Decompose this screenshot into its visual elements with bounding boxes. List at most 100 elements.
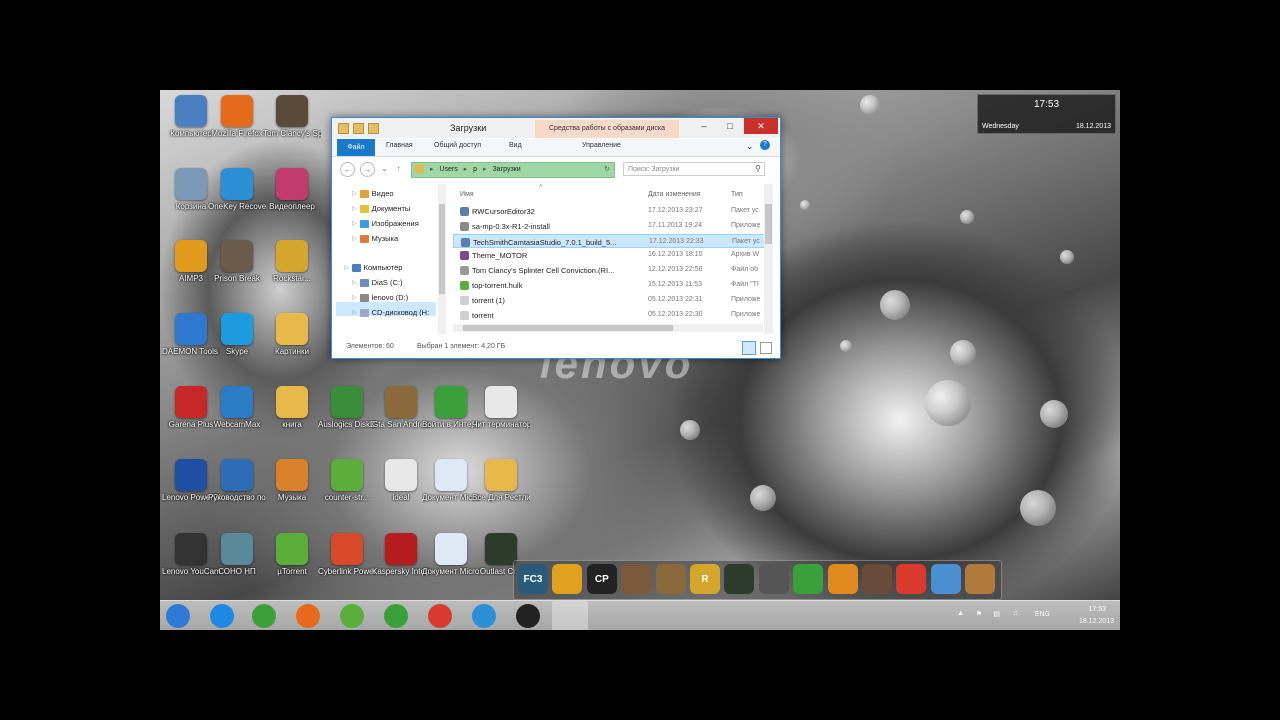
details-view-icon[interactable] (742, 341, 756, 355)
address-bar[interactable]: ▸ Users ▸ p ▸ Загрузки ↻ (411, 162, 615, 178)
tab-share[interactable]: Общий доступ (434, 142, 481, 149)
subway-surfers-icon[interactable] (552, 564, 583, 594)
file-row[interactable]: sa-mp-0.3x-R1-2-install 17.11.2013 19:24 П… (453, 219, 771, 233)
desktop-icon[interactable]: Cyberlink Power2Go (318, 533, 376, 577)
desktop-icon[interactable]: СОНО НП (208, 533, 266, 577)
properties-icon[interactable] (353, 123, 364, 134)
expand-arrow-icon[interactable]: ▷ (352, 235, 357, 242)
breadcrumb-p[interactable]: p (473, 166, 477, 173)
horizontal-scrollbar[interactable] (453, 324, 763, 332)
desktop-icon[interactable]: Картинки (263, 313, 321, 357)
expand-arrow-icon[interactable]: ▷ (352, 205, 357, 212)
file-row[interactable]: Theme_MOTOR 16.12.2013 18:10 Архив W (453, 248, 771, 262)
folder-icon[interactable] (338, 123, 349, 134)
desktop-icon[interactable]: OneKey Recovery (208, 168, 266, 212)
tab-view[interactable]: Вид (509, 142, 522, 149)
maximize-button[interactable]: □ (718, 118, 742, 134)
up-button[interactable]: ↑ (392, 162, 405, 175)
desktop-icon[interactable]: Видеоплеер (263, 168, 321, 212)
file-row[interactable]: torrent (1) 05.12.2013 22:31 Приложе (453, 293, 771, 307)
help-icon[interactable]: ? (760, 140, 770, 150)
nav-item[interactable]: ▷ Документы (352, 204, 410, 213)
cp-icon[interactable]: CP (586, 564, 617, 594)
expand-arrow-icon[interactable]: ▷ (344, 264, 349, 271)
tray-time[interactable]: 17:53 (1088, 606, 1106, 613)
desktop-icon[interactable]: counter-str... (318, 459, 376, 503)
game-face-icon[interactable] (862, 564, 892, 594)
action-center-icon[interactable]: ⚑ (976, 610, 982, 618)
gta-icon[interactable] (655, 564, 686, 594)
farcry3-icon[interactable]: FC3 (518, 564, 548, 594)
network-icon[interactable]: ▤ (993, 610, 1000, 618)
column-date[interactable]: Дата изменения (648, 191, 701, 198)
new-folder-icon[interactable] (368, 123, 379, 134)
close-button[interactable]: ✕ (744, 118, 778, 134)
tv-icon[interactable] (827, 564, 858, 594)
internet-icon[interactable] (384, 604, 408, 628)
nav-item[interactable]: ▷ Компьютер (344, 263, 402, 272)
file-row[interactable]: Tom Clancy's Splinter Cell Conviction.(R… (453, 263, 771, 277)
desktop-icon[interactable]: Руководство пользоват... (208, 459, 266, 503)
language-indicator[interactable]: ENG (1035, 611, 1050, 618)
desktop-icon[interactable]: Чит терминатор (472, 386, 530, 430)
internet-explorer-icon[interactable] (210, 604, 234, 628)
desktop-icon[interactable]: книга (263, 386, 321, 430)
file-row[interactable]: torrent 05.12.2013 22:30 Приложе (453, 308, 771, 322)
nav-item[interactable]: ▷ CD-дисковод (H: (352, 308, 429, 317)
desktop-icon[interactable]: Музыка (263, 459, 321, 503)
tab-home[interactable]: Главная (386, 142, 413, 149)
breadcrumb-downloads[interactable]: Загрузки (492, 166, 520, 173)
expand-arrow-icon[interactable]: ▷ (352, 294, 357, 301)
tab-manage[interactable]: Управление (582, 142, 621, 149)
ribbon-expand-icon[interactable]: ⌄ (746, 141, 754, 152)
desktop-icon[interactable]: Все Для Рестлинга (472, 459, 530, 503)
column-type[interactable]: Тип (731, 191, 743, 198)
desktop-icon[interactable]: Auslogics DiskDefrag (318, 386, 376, 430)
minimize-button[interactable]: – (692, 118, 716, 134)
explorer-icon[interactable] (552, 601, 588, 630)
explorer-window[interactable]: Загрузки Средства работы с образами диск… (331, 117, 781, 359)
splinter-cell-icon[interactable] (724, 564, 755, 594)
back-button[interactable]: ← (340, 162, 355, 177)
nav-item[interactable]: ▷ Музыка (352, 234, 398, 243)
firefox-icon[interactable] (296, 604, 320, 628)
nav-item[interactable]: ▷ Изображения (352, 219, 419, 228)
desktop-icon[interactable]: Tom Clancy's Splinter Cel... (263, 95, 321, 139)
app-icon[interactable] (516, 604, 540, 628)
expand-arrow-icon[interactable]: ▷ (352, 279, 357, 286)
start-icon[interactable] (166, 604, 190, 628)
chrome-icon[interactable] (896, 564, 927, 594)
desktop-icon[interactable]: Skype (208, 313, 266, 357)
file-row[interactable]: RWCursorEditor32 17.12.2013 23:27 Пакет ус (453, 204, 771, 218)
expand-arrow-icon[interactable]: ▷ (352, 190, 357, 197)
utorrent-icon[interactable] (340, 604, 364, 628)
desktop-icon[interactable]: Mozilla Firefox (208, 95, 266, 139)
forward-button[interactable]: → (360, 162, 375, 177)
desktop-icon[interactable]: WebcamMax (208, 386, 266, 430)
search-icon[interactable]: ⚲ (755, 164, 761, 173)
title-bar[interactable]: Загрузки Средства работы с образами диск… (332, 118, 780, 138)
desktop-icon[interactable]: µTorrent (263, 533, 321, 577)
app-icon[interactable] (930, 564, 961, 594)
expand-arrow-icon[interactable]: ▷ (352, 309, 357, 316)
nav-item[interactable]: ▷ DiaS (C:) (352, 278, 402, 287)
game-face-icon[interactable] (621, 564, 652, 594)
clock-gadget[interactable]: 17:53 Wednesday 18.12.2013 (977, 94, 1116, 134)
assassin-icon[interactable] (758, 564, 789, 594)
nav-item[interactable]: ▷ lenovo (D:) (352, 293, 408, 302)
refresh-icon[interactable]: ↻ (604, 163, 610, 177)
file-list-scrollbar[interactable] (764, 184, 773, 334)
breadcrumb-users[interactable]: Users (439, 166, 457, 173)
tray-date[interactable]: 18.12.2013 (1079, 618, 1114, 625)
rockstar-icon[interactable]: R (690, 564, 720, 594)
desktop-icon[interactable]: Rockstar... (263, 240, 321, 284)
column-name[interactable]: Имя (460, 191, 474, 198)
tiles-view-icon[interactable] (760, 342, 772, 354)
recent-dropdown-icon[interactable]: ⌄ (378, 162, 391, 175)
volume-icon[interactable]: ♫ (1013, 610, 1018, 617)
search-input[interactable]: Поиск: Загрузки (623, 162, 765, 176)
file-row[interactable]: TechSmithCamtasiaStudio_7.0.1_build_5...… (453, 233, 771, 248)
nav-scrollbar[interactable] (438, 184, 446, 334)
expand-arrow-icon[interactable]: ▷ (352, 220, 357, 227)
game-face-icon[interactable] (965, 564, 996, 594)
